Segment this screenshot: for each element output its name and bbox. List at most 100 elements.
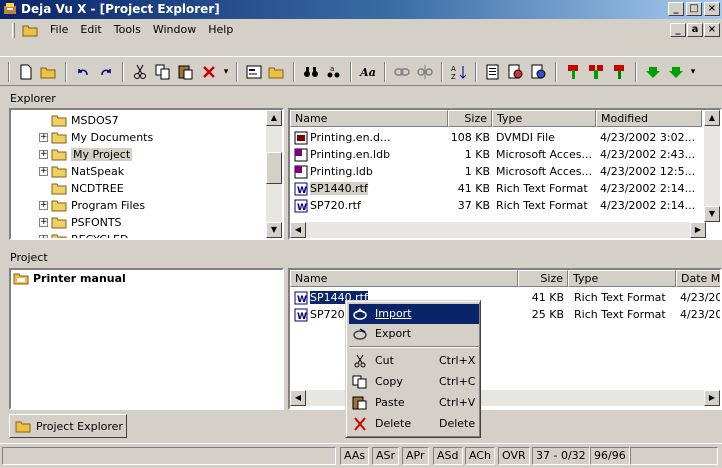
scroll-right-button[interactable]: ▶ [690, 222, 706, 238]
project-tree[interactable]: Printer manual [9, 268, 284, 410]
scroll-down-button[interactable]: ▼ [266, 222, 282, 238]
col-name[interactable]: Name [290, 110, 448, 127]
title-bar[interactable]: Deja Vu X - [Project Explorer] _ □ × [0, 0, 722, 19]
tree-item[interactable]: + PSFONTS [39, 214, 122, 231]
file-row[interactable]: Printing.en.ldb 1 KB Microsoft Acces... 4/2… [290, 146, 702, 163]
file-row[interactable]: W SP720.rtf 37 KB Rich Text Format 4/23/2002… [290, 197, 702, 214]
file-size-cell: 1 KB [464, 165, 490, 178]
delete-icon[interactable] [199, 62, 219, 82]
close-button[interactable]: × [704, 2, 720, 16]
col-type[interactable]: Type [568, 270, 676, 287]
tab-label: Project Explorer [36, 420, 123, 433]
tree-expander[interactable]: + [39, 218, 48, 227]
explorer-file-list[interactable]: Name Size Type Modified Printing.en.d...… [288, 108, 722, 240]
filelist-hscroll[interactable]: ◀ ▶ [290, 222, 706, 238]
menu-item-import[interactable]: Import [349, 304, 479, 324]
tree-item[interactable]: + RECYCLED [39, 231, 129, 240]
tag-alt-icon[interactable] [609, 62, 629, 82]
col-modified[interactable]: Modified [596, 110, 702, 127]
dropdown-icon[interactable]: ▾ [222, 62, 230, 82]
menu-item-paste[interactable]: Paste Ctrl+V [349, 393, 479, 413]
mdi-restore-button[interactable]: a [687, 23, 703, 37]
menu-item-cut[interactable]: Cut Ctrl+X [349, 351, 479, 371]
scroll-up-button[interactable]: ▲ [266, 110, 282, 126]
menu-item-export[interactable]: Export [349, 324, 479, 344]
maximize-button[interactable]: □ [686, 2, 702, 16]
project-root[interactable]: Printer manual [13, 272, 126, 285]
mdi-close-button[interactable]: × [704, 23, 720, 37]
tree-item[interactable]: + NatSpeak [39, 163, 124, 180]
col-date[interactable]: Date M [676, 270, 720, 287]
cut-icon [354, 354, 366, 368]
tree-item[interactable]: + My Project [39, 146, 133, 163]
preview-alt-icon[interactable] [529, 62, 549, 82]
access-file-icon [294, 165, 308, 179]
tag-pair-icon[interactable] [586, 62, 606, 82]
sort-icon[interactable]: AZ [449, 62, 469, 82]
mdi-minimize-button[interactable]: _ [670, 23, 686, 37]
file-row[interactable]: Printing.en.d... 108 KB DVMDI File 4/23/200… [290, 129, 702, 146]
tree-item-label: RECYCLED [71, 233, 129, 240]
redo-icon[interactable] [96, 62, 116, 82]
scroll-down-button[interactable]: ▼ [704, 206, 720, 222]
link-icon[interactable] [392, 62, 412, 82]
menu-edit[interactable]: Edit [80, 23, 101, 36]
import-icon[interactable] [483, 62, 503, 82]
file-row[interactable]: Printing.ldb 1 KB Microsoft Acces... 4/23/2… [290, 163, 702, 180]
explorer-tree[interactable]: MSDOS7 + My Documents + My Project + NatSpeak N… [9, 108, 284, 240]
tab-project-explorer[interactable]: Project Explorer [9, 414, 127, 438]
tree-item[interactable]: NCDTREE [39, 180, 124, 197]
open-icon[interactable] [39, 62, 59, 82]
tree-vscroll[interactable]: ▲ ▼ [266, 110, 282, 238]
col-size[interactable]: Size [448, 110, 492, 127]
copy-icon[interactable] [153, 62, 173, 82]
menu-help[interactable]: Help [208, 23, 233, 36]
arrow-down-green-icon[interactable] [643, 62, 663, 82]
file-row[interactable]: W SP1440.rtf 41 KB Rich Text Format 4/23/200… [290, 180, 702, 197]
find-icon[interactable] [301, 62, 321, 82]
tag-icon[interactable] [563, 62, 583, 82]
project-folder-icon [13, 273, 29, 285]
menu-item-delete[interactable]: Delete Delete [349, 414, 479, 434]
scroll-left-button[interactable]: ◀ [290, 390, 306, 406]
toolbar-more-icon[interactable]: ▾ [689, 62, 697, 82]
menu-grip[interactable] [12, 23, 15, 38]
tree-expander[interactable]: + [39, 201, 48, 210]
menu-tools[interactable]: Tools [114, 23, 141, 36]
tree-expander[interactable]: + [39, 235, 48, 238]
unlink-icon[interactable] [415, 62, 435, 82]
minimize-button[interactable]: _ [668, 2, 684, 16]
menu-item-copy[interactable]: Copy Ctrl+C [349, 372, 479, 392]
preview-icon[interactable] [506, 62, 526, 82]
tree-item[interactable]: + My Documents [39, 129, 153, 146]
font-icon[interactable]: Aa [358, 62, 378, 82]
file-mod-cell: 4/23/2002 12:5... [600, 165, 696, 178]
menu-file[interactable]: File [50, 23, 68, 36]
tree-item[interactable]: MSDOS7 [39, 112, 119, 129]
scroll-left-button[interactable]: ◀ [290, 222, 306, 238]
col-name[interactable]: Name [290, 270, 518, 287]
tree-expander[interactable]: + [39, 150, 48, 159]
folder-icon [51, 132, 67, 144]
tree-expander[interactable]: + [39, 133, 48, 142]
col-type[interactable]: Type [492, 110, 596, 127]
open-folder-icon[interactable] [267, 62, 287, 82]
tree-expander[interactable]: + [39, 167, 48, 176]
svg-text:Z: Z [451, 73, 456, 80]
undo-icon[interactable] [73, 62, 93, 82]
properties-icon[interactable] [244, 62, 264, 82]
svg-text:W: W [297, 203, 307, 213]
tree-item[interactable]: + Program Files [39, 197, 145, 214]
menu-window[interactable]: Window [153, 23, 196, 36]
col-size[interactable]: Size [518, 270, 568, 287]
new-icon[interactable] [16, 62, 36, 82]
arrow-down-green-2-icon[interactable] [666, 62, 686, 82]
cut-icon[interactable] [130, 62, 150, 82]
tree-scroll-thumb[interactable] [266, 152, 282, 184]
find-next-icon[interactable]: a [324, 62, 344, 82]
filelist-vscroll[interactable]: ▲ ▼ [704, 110, 720, 222]
paste-icon[interactable] [176, 62, 196, 82]
file-name-cell: W SP1440.rtf [294, 180, 446, 197]
scroll-up-button[interactable]: ▲ [704, 110, 720, 126]
scroll-right-button[interactable]: ▶ [704, 390, 720, 406]
